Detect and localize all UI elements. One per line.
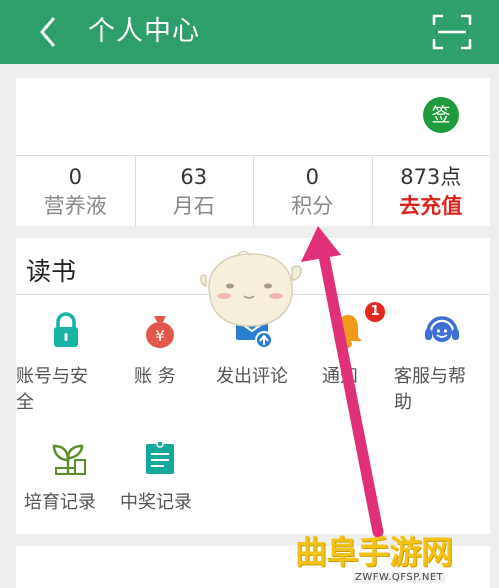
watermark-text: 曲阜手游网 <box>295 533 453 571</box>
account-card: 签 0 营养液 63 月石 0 积分 873点 去充值 <box>16 78 490 226</box>
menu-customer-service[interactable]: 客服与帮助 <box>394 310 489 420</box>
scan-button[interactable] <box>432 14 472 50</box>
stat-label: 月石 <box>172 194 215 218</box>
stat-recharge[interactable]: 873点 去充值 <box>371 156 491 226</box>
stat-moonstone[interactable]: 63 月石 <box>134 156 254 226</box>
page-title: 个人中心 <box>88 16 200 47</box>
menu-label: 发出评论 <box>216 366 288 387</box>
section-title: 读书 <box>26 257 77 286</box>
bell-icon <box>328 310 368 350</box>
menu-cultivation-records[interactable]: 培育记录 <box>24 438 119 518</box>
chevron-left-icon <box>40 17 56 47</box>
svg-text:¥: ¥ <box>155 327 165 345</box>
mascot-sticker <box>196 250 306 332</box>
menu-label: 培育记录 <box>24 492 96 513</box>
sprout-icon <box>48 438 88 478</box>
stat-label: 积分 <box>291 194 334 218</box>
money-bag-icon: ¥ <box>140 310 180 350</box>
sign-in-icon[interactable]: 签 <box>423 97 459 133</box>
stat-nutrient[interactable]: 0 营养液 <box>16 156 135 226</box>
menu-label: 中奖记录 <box>120 492 192 513</box>
lock-icon <box>46 310 86 350</box>
watermark-url: ZWFW.QFSP.NET <box>353 572 446 583</box>
recharge-link[interactable]: 去充值 <box>372 192 491 220</box>
menu-prize-records[interactable]: 中奖记录 <box>120 438 215 518</box>
stat-label: 营养液 <box>43 194 107 218</box>
ticket-icon <box>140 438 180 478</box>
menu-label: 客服与帮助 <box>394 366 466 413</box>
headset-icon <box>422 310 462 350</box>
menu-account-security[interactable]: 账号与安全 <box>16 310 111 420</box>
menu-label: 通知 <box>322 366 358 387</box>
stat-value: 873点 <box>400 165 462 189</box>
watermark: 曲阜手游网 ZWFW.QFSP.NET <box>295 532 499 588</box>
stat-points[interactable]: 0 积分 <box>253 156 372 226</box>
top-bar: 个人中心 <box>0 0 499 64</box>
stat-value: 63 <box>180 165 208 189</box>
stat-value: 0 <box>68 165 82 189</box>
menu-label: 账 务 <box>134 366 176 387</box>
stats-row: 0 营养液 63 月石 0 积分 873点 去充值 <box>16 156 490 226</box>
back-button[interactable] <box>34 12 64 52</box>
notification-badge: 1 <box>365 302 385 322</box>
stat-value: 0 <box>305 165 319 189</box>
menu-label: 账号与安全 <box>16 366 88 413</box>
scan-icon <box>432 14 472 50</box>
